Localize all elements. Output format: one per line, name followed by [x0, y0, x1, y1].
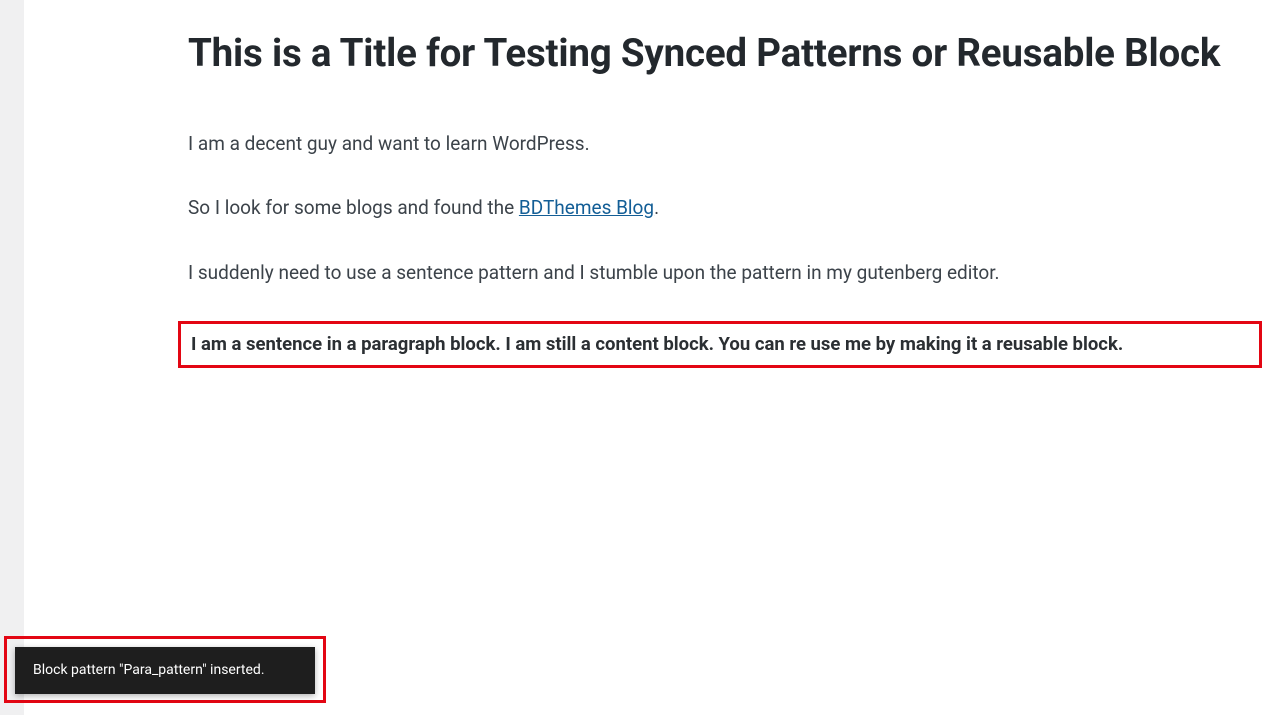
post-content: This is a Title for Testing Synced Patte…: [188, 30, 1268, 368]
snackbar-message: Block pattern "Para_pattern" inserted.: [33, 662, 265, 678]
toast-highlight-outline: Block pattern "Para_pattern" inserted.: [4, 636, 326, 703]
editor-canvas: This is a Title for Testing Synced Patte…: [24, 0, 1270, 715]
paragraph-text: So I look for some blogs and found the: [188, 196, 519, 219]
paragraph-block[interactable]: I am a decent guy and want to learn Word…: [188, 128, 1268, 160]
reusable-pattern-paragraph[interactable]: I am a sentence in a paragraph block. I …: [191, 332, 1249, 357]
highlighted-pattern-block[interactable]: I am a sentence in a paragraph block. I …: [178, 321, 1262, 368]
content-link[interactable]: BDThemes Blog: [519, 196, 654, 219]
paragraph-text: .: [654, 196, 659, 219]
snackbar-notice[interactable]: Block pattern "Para_pattern" inserted.: [15, 647, 315, 694]
paragraph-block[interactable]: So I look for some blogs and found the B…: [188, 192, 1268, 224]
paragraph-block[interactable]: I suddenly need to use a sentence patter…: [188, 257, 1268, 289]
post-title[interactable]: This is a Title for Testing Synced Patte…: [188, 30, 1268, 78]
